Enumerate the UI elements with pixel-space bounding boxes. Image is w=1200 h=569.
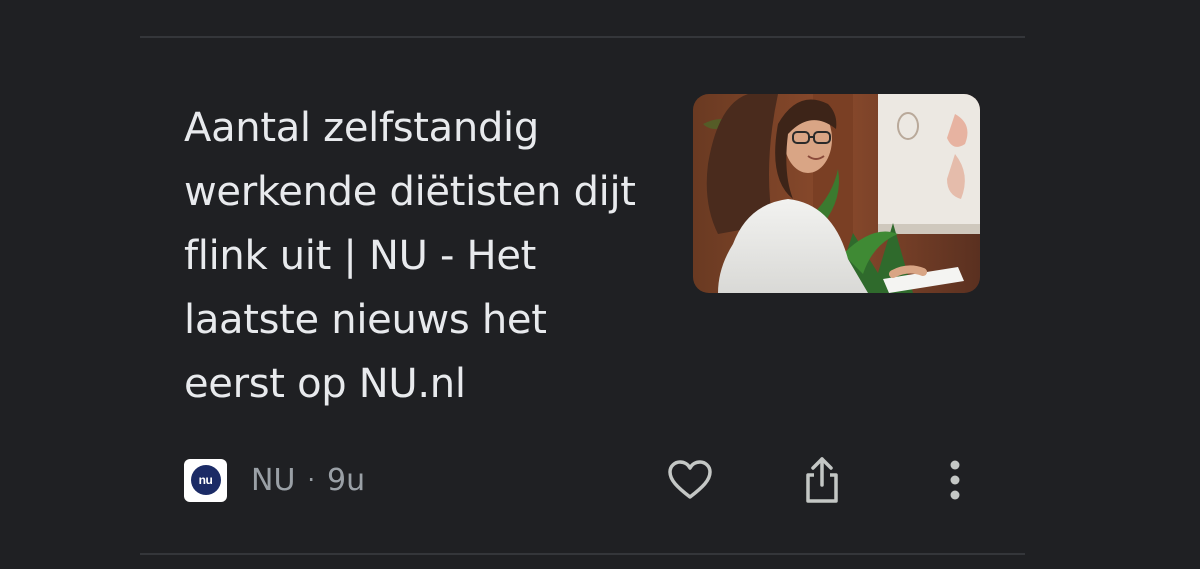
like-button[interactable] [665, 455, 715, 505]
share-icon [806, 457, 838, 503]
article-age: 9u [327, 462, 366, 498]
heart-icon [668, 460, 712, 499]
more-options-button[interactable] [930, 455, 980, 505]
source-info: NU · 9u [251, 463, 365, 498]
thumbnail-image [693, 94, 980, 293]
source-logo[interactable]: nu [184, 458, 227, 502]
article-meta: nu NU · 9u [184, 458, 365, 502]
divider-bottom [140, 553, 1025, 555]
more-vert-icon [950, 460, 960, 500]
article-thumbnail[interactable] [693, 94, 980, 293]
news-feed: Aantal zelfstandig werkende diëtisten di… [0, 0, 1200, 569]
share-button[interactable] [797, 455, 847, 505]
article-headline[interactable]: Aantal zelfstandig werkende diëtisten di… [184, 96, 654, 416]
source-name[interactable]: NU [251, 463, 295, 498]
nu-logo-icon: nu [190, 465, 221, 495]
divider-top [140, 36, 1025, 38]
meta-separator: · [307, 466, 316, 494]
